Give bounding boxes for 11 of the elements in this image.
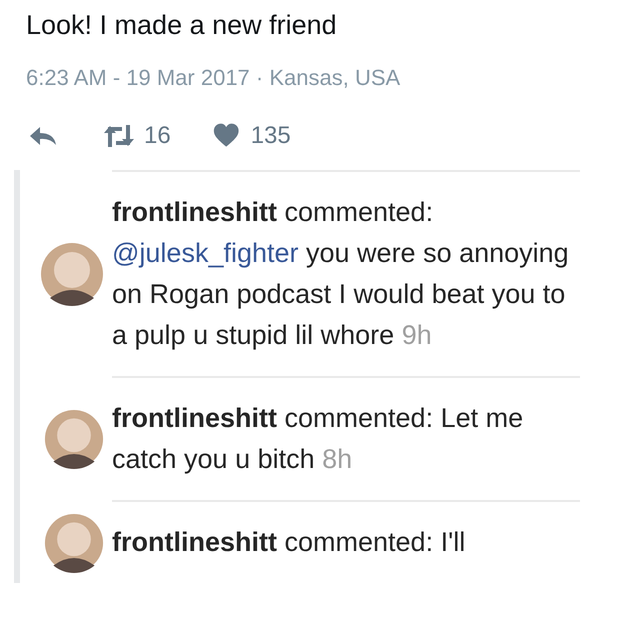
- tweet-meta: 6:23 AM - 19 Mar 2017 · Kansas, USA: [26, 64, 402, 92]
- mention-link[interactable]: @julesk_fighter: [112, 238, 298, 268]
- avatar[interactable]: [44, 512, 104, 572]
- retweet-count: 16: [144, 122, 171, 150]
- comment-text: frontlineshitt commented: I'll: [112, 526, 466, 559]
- like-count: 135: [250, 122, 291, 150]
- avatar[interactable]: [40, 242, 104, 306]
- tweet-text: Look! I made a new friend: [26, 9, 338, 42]
- comment-text: frontlineshitt commented: Let me catch you u bitch 8h: [112, 402, 524, 476]
- comment-text: frontlineshitt commented: @julesk_fighter you were so annoying on Rogan podcast I would beat you to a pulp u stupid lil whore 9h: [112, 196, 570, 352]
- avatar[interactable]: [44, 409, 104, 469]
